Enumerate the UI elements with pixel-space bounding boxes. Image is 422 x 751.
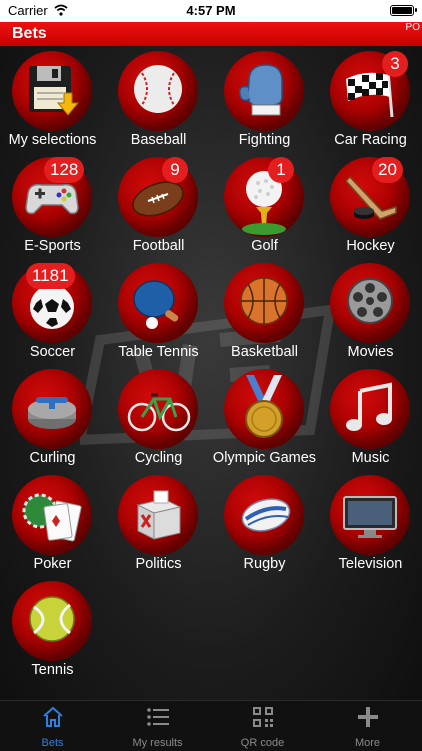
event-count-badge: 3 [382, 51, 408, 77]
plus-icon [358, 707, 378, 727]
category-football[interactable]: 9 Football [106, 153, 211, 259]
category-label: Basketball [231, 344, 298, 360]
category-poker[interactable]: Poker [0, 471, 105, 577]
category-music[interactable]: Music [318, 365, 422, 471]
curling-stone-icon [12, 369, 92, 449]
category-label: Television [338, 556, 403, 572]
category-label: My selections [8, 132, 97, 148]
floppy-disk-icon [12, 51, 92, 131]
category-label: Politics [135, 556, 182, 572]
nav-corner-text: PO [405, 22, 420, 33]
tab-label: My results [132, 737, 183, 749]
event-count-badge: 1 [268, 157, 294, 183]
list-icon [147, 708, 169, 726]
page-title: Bets [12, 25, 47, 42]
music-note-icon [330, 369, 410, 449]
event-count-badge: 9 [162, 157, 188, 183]
category-label: Tennis [31, 662, 74, 678]
tab-qr-code[interactable]: QR code [210, 701, 315, 751]
tab-label: More [354, 737, 381, 749]
category-label: Curling [29, 450, 76, 466]
category-car-racing[interactable]: 3 Car Racing [318, 47, 422, 153]
boxing-glove-icon [224, 51, 304, 131]
category-my-selections[interactable]: My selections [0, 47, 105, 153]
category-tennis[interactable]: Tennis [0, 577, 105, 683]
ballot-box-icon [118, 475, 198, 555]
playing-cards-icon [12, 475, 92, 555]
nav-bar: Bets PO [0, 22, 422, 46]
category-curling[interactable]: Curling [0, 365, 105, 471]
battery-icon [390, 5, 417, 16]
category-label: E-Sports [24, 238, 81, 254]
category-label: Golf [251, 238, 278, 254]
status-bar: Carrier 4:57 PM [0, 0, 422, 22]
film-reel-icon [330, 263, 410, 343]
category-label: Car Racing [334, 132, 407, 148]
baseball-icon [118, 51, 198, 131]
qr-code-icon [253, 707, 273, 727]
category-e-sports[interactable]: 128 E-Sports [0, 153, 105, 259]
category-soccer[interactable]: 1181 Soccer [0, 259, 105, 365]
category-label: Football [132, 238, 185, 254]
event-count-badge: 1181 [26, 263, 75, 289]
event-count-badge: 20 [372, 157, 403, 183]
category-label: Hockey [346, 238, 395, 254]
home-icon [43, 706, 63, 727]
category-label: Soccer [29, 344, 76, 360]
category-basketball[interactable]: Basketball [212, 259, 317, 365]
category-fighting[interactable]: Fighting [212, 47, 317, 153]
category-golf[interactable]: 1 Golf [212, 153, 317, 259]
category-television[interactable]: Television [318, 471, 422, 577]
category-politics[interactable]: Politics [106, 471, 211, 577]
category-rugby[interactable]: Rugby [212, 471, 317, 577]
category-label: Table Tennis [118, 344, 199, 360]
category-label: Cycling [134, 450, 183, 466]
tab-label: QR code [240, 737, 285, 749]
tab-label: Bets [41, 737, 64, 749]
event-count-badge: 128 [44, 157, 85, 183]
rugby-ball-icon [224, 475, 304, 555]
category-hockey[interactable]: 20 Hockey [318, 153, 422, 259]
category-label: Fighting [238, 132, 291, 148]
ping-pong-icon [118, 263, 198, 343]
category-label: Olympic Games [212, 450, 317, 466]
tab-more[interactable]: More [315, 701, 420, 751]
category-movies[interactable]: Movies [318, 259, 422, 365]
clock: 4:57 PM [186, 3, 236, 18]
category-label: Baseball [130, 132, 187, 148]
television-icon [330, 475, 410, 555]
tennis-ball-icon [12, 581, 92, 661]
tab-bar: Bets My results QR code More [0, 700, 422, 751]
medal-icon [224, 369, 304, 449]
category-olympic-games[interactable]: Olympic Games [212, 365, 317, 471]
category-table-tennis[interactable]: Table Tennis [106, 259, 211, 365]
category-label: Poker [33, 556, 72, 572]
tab-bets[interactable]: Bets [0, 701, 105, 751]
category-baseball[interactable]: Baseball [106, 47, 211, 153]
category-cycling[interactable]: Cycling [106, 365, 211, 471]
tab-my-results[interactable]: My results [105, 701, 210, 751]
basketball-icon [224, 263, 304, 343]
bicycle-icon [118, 369, 198, 449]
category-label: Movies [347, 344, 394, 360]
category-label: Music [351, 450, 390, 466]
category-label: Rugby [243, 556, 286, 572]
